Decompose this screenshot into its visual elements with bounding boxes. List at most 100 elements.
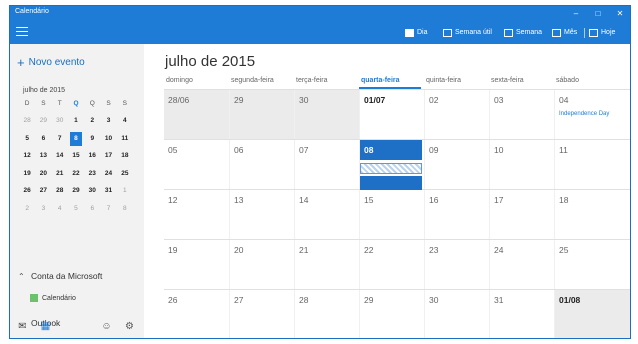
- minimize-button[interactable]: –: [566, 7, 586, 20]
- day-cell[interactable]: 24: [489, 240, 554, 289]
- mini-day[interactable]: 31: [100, 182, 116, 200]
- mini-day[interactable]: 28: [52, 182, 68, 200]
- week-view-button[interactable]: Semana: [504, 27, 542, 39]
- day-cell[interactable]: 19: [164, 240, 229, 289]
- day-cell[interactable]: 09: [424, 140, 489, 189]
- mini-day[interactable]: 29: [68, 182, 84, 200]
- mini-day[interactable]: 5: [19, 130, 35, 148]
- mini-day[interactable]: 6: [35, 130, 51, 148]
- mini-day[interactable]: 11: [117, 130, 133, 148]
- holiday-event[interactable]: Independence Day: [559, 111, 609, 117]
- mini-day[interactable]: 20: [35, 165, 51, 183]
- mini-day[interactable]: 3: [35, 200, 51, 218]
- day-cell[interactable]: 01/07: [359, 90, 424, 139]
- mini-day[interactable]: 13: [35, 147, 51, 165]
- day-cell[interactable]: 15: [359, 190, 424, 239]
- mini-day[interactable]: 10: [100, 130, 116, 148]
- mini-day[interactable]: 5: [68, 200, 84, 218]
- hamburger-menu-icon[interactable]: [16, 27, 28, 37]
- day-cell[interactable]: 30: [424, 290, 489, 338]
- mini-day[interactable]: 6: [84, 200, 100, 218]
- mini-day[interactable]: 7: [52, 130, 68, 148]
- mini-day[interactable]: 4: [117, 112, 133, 130]
- day-cell[interactable]: 12: [164, 190, 229, 239]
- day-cell[interactable]: 05: [164, 140, 229, 189]
- day-view-button[interactable]: Dia: [405, 27, 428, 39]
- weekday-label: quinta-feira: [426, 77, 462, 84]
- day-cell[interactable]: 29: [229, 90, 294, 139]
- day-cell[interactable]: 14: [294, 190, 359, 239]
- workweek-view-button[interactable]: Semana útil: [443, 27, 492, 39]
- calendar-icon[interactable]: ▦: [39, 321, 52, 333]
- mini-day[interactable]: 1: [117, 182, 133, 200]
- mini-day[interactable]: 12: [19, 147, 35, 165]
- day-cell[interactable]: 31: [489, 290, 554, 338]
- mini-day[interactable]: 25: [117, 165, 133, 183]
- mini-day[interactable]: 29: [35, 112, 51, 130]
- mini-day[interactable]: 22: [68, 165, 84, 183]
- day-cell[interactable]: 29: [359, 290, 424, 338]
- new-event-button[interactable]: + Novo evento: [17, 56, 85, 69]
- day-cell[interactable]: 25: [554, 240, 630, 289]
- day-cell[interactable]: 07: [294, 140, 359, 189]
- day-cell[interactable]: 01/08: [554, 290, 630, 338]
- mini-day[interactable]: 24: [100, 165, 116, 183]
- mini-day[interactable]: 7: [100, 200, 116, 218]
- maximize-button[interactable]: □: [588, 7, 608, 20]
- mini-day[interactable]: 21: [52, 165, 68, 183]
- day-cell[interactable]: 20: [229, 240, 294, 289]
- day-cell[interactable]: 13: [229, 190, 294, 239]
- mini-day[interactable]: 30: [84, 182, 100, 200]
- day-cell[interactable]: 22: [359, 240, 424, 289]
- day-cell[interactable]: 28/06: [164, 90, 229, 139]
- mini-day[interactable]: 9: [84, 130, 100, 148]
- mini-day[interactable]: 16: [84, 147, 100, 165]
- today-cell[interactable]: 08: [359, 140, 424, 190]
- close-button[interactable]: ✕: [610, 7, 630, 20]
- today-button[interactable]: Hoje: [589, 27, 615, 39]
- mini-day-selected[interactable]: 8: [68, 130, 84, 148]
- day-cell[interactable]: 21: [294, 240, 359, 289]
- day-cell[interactable]: 27: [229, 290, 294, 338]
- mini-day[interactable]: 3: [100, 112, 116, 130]
- mini-day[interactable]: 30: [52, 112, 68, 130]
- mini-day[interactable]: 26: [19, 182, 35, 200]
- day-cell[interactable]: 23: [424, 240, 489, 289]
- today-date: 08: [360, 140, 422, 160]
- day-cell[interactable]: 10: [489, 140, 554, 189]
- day-cell[interactable]: 30: [294, 90, 359, 139]
- mini-day[interactable]: 4: [52, 200, 68, 218]
- day-cell[interactable]: 11: [554, 140, 630, 189]
- day-cell[interactable]: 26: [164, 290, 229, 338]
- day-cell[interactable]: 17: [489, 190, 554, 239]
- day-cell[interactable]: 03: [489, 90, 554, 139]
- mini-day[interactable]: 15: [68, 147, 84, 165]
- mini-day[interactable]: 17: [100, 147, 116, 165]
- mail-icon[interactable]: ✉: [16, 321, 29, 333]
- day-cell[interactable]: 02: [424, 90, 489, 139]
- account-section-header[interactable]: ⌃ Conta da Microsoft: [18, 271, 102, 281]
- mini-day[interactable]: 18: [117, 147, 133, 165]
- day-cell[interactable]: 04 Independence Day: [554, 90, 630, 139]
- mini-day[interactable]: 14: [52, 147, 68, 165]
- calendar-list-item[interactable]: Calendário: [30, 294, 76, 302]
- mini-day[interactable]: 27: [35, 182, 51, 200]
- mini-day[interactable]: 28: [19, 112, 35, 130]
- day-cell[interactable]: 28: [294, 290, 359, 338]
- week-row: 05 06 07 08 09 10 11: [164, 140, 630, 190]
- month-view-button[interactable]: Mês: [552, 27, 577, 39]
- mini-calendar-title[interactable]: julho de 2015: [23, 87, 65, 94]
- mini-day[interactable]: 2: [84, 112, 100, 130]
- feedback-smiley-icon[interactable]: ☺: [100, 321, 113, 333]
- mini-day[interactable]: 23: [84, 165, 100, 183]
- mini-day[interactable]: 19: [19, 165, 35, 183]
- mini-day[interactable]: 8: [117, 200, 133, 218]
- day-cell[interactable]: 06: [229, 140, 294, 189]
- mini-day[interactable]: 2: [19, 200, 35, 218]
- mini-day[interactable]: 1: [68, 112, 84, 130]
- event-block[interactable]: [360, 176, 422, 190]
- event-block-pending[interactable]: [360, 163, 422, 174]
- day-cell[interactable]: 18: [554, 190, 630, 239]
- settings-gear-icon[interactable]: ⚙: [123, 321, 136, 333]
- day-cell[interactable]: 16: [424, 190, 489, 239]
